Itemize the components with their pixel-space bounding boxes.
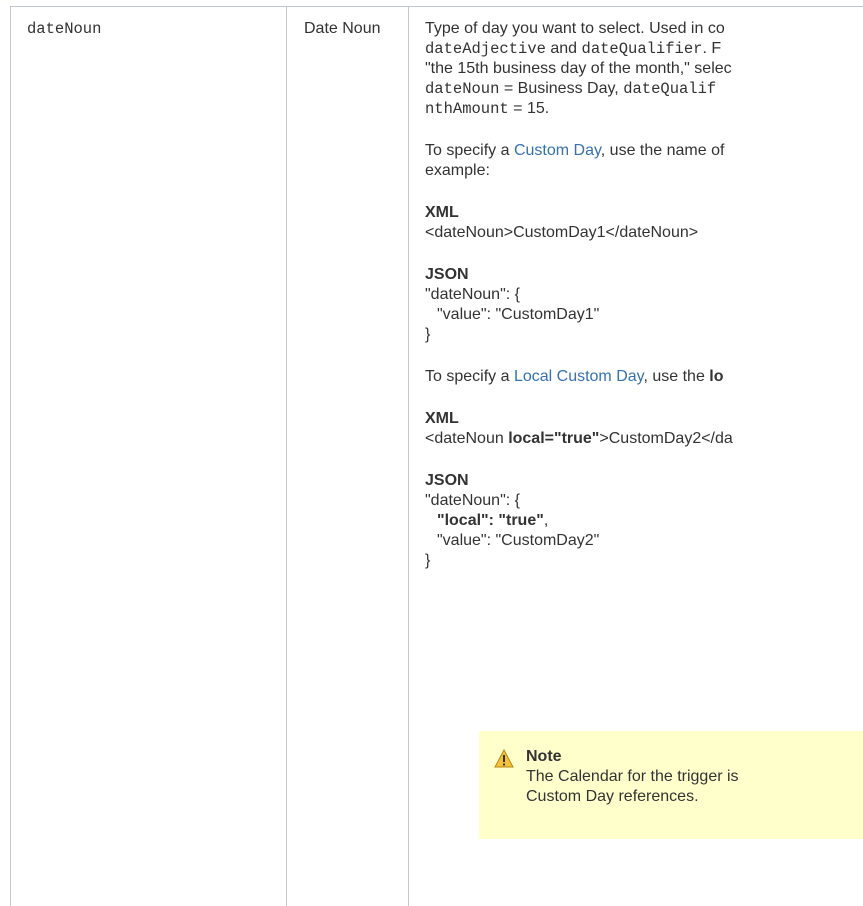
desc-line: To specify a Local Custom Day, use the l… [425,368,724,385]
json-line: "value": "CustomDay2" [437,532,600,549]
desc-line: Type of day you want to select. Used in … [425,20,725,37]
desc-line: nthAmount = 15. [425,100,550,118]
json-line: } [425,552,431,569]
table-cell-description: Type of day you want to select. Used in … [408,6,863,906]
json-heading: JSON [425,266,469,283]
warning-icon [494,749,514,768]
desc-line: "the 15th business day of the month," se… [425,60,732,77]
json-line: "dateNoun": { [425,492,520,509]
property-label: Date Noun [304,20,381,37]
custom-day-link[interactable]: Custom Day [514,142,601,159]
local-custom-day-link[interactable]: Local Custom Day [514,368,644,385]
note-line: The Calendar for the trigger is [526,768,739,785]
property-name: dateNoun [27,20,102,38]
table-cell-label: Date Noun [286,6,409,906]
table-cell-name: dateNoun [10,6,287,906]
xml-heading: XML [425,410,459,427]
note-title: Note [526,748,562,765]
desc-line: To specify a Custom Day, use the name of [425,142,725,159]
xml-code: <dateNoun local="true">CustomDay2</da [425,430,733,447]
json-line: "dateNoun": { [425,286,520,303]
json-line: "local": "true", [437,512,549,529]
json-heading: JSON [425,472,469,489]
desc-line: dateAdjective and dateQualifier. F [425,40,722,58]
json-line: } [425,326,431,343]
desc-line: dateNoun = Business Day, dateQualif [425,80,717,98]
xml-heading: XML [425,204,459,221]
desc-line: example: [425,162,490,179]
xml-code: <dateNoun>CustomDay1</dateNoun> [425,224,699,241]
note-panel: Note The Calendar for the trigger is Cus… [479,731,863,839]
json-line: "value": "CustomDay1" [437,306,600,323]
note-line: Custom Day references. [526,788,699,805]
